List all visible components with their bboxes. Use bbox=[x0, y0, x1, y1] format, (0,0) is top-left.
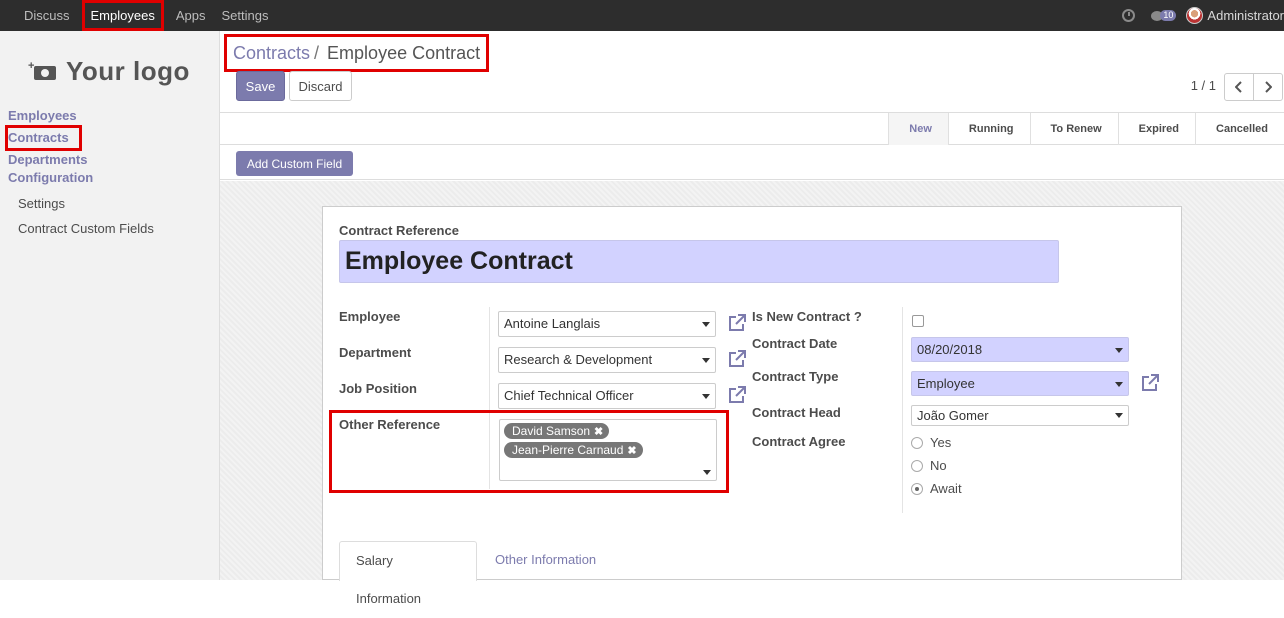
sidebar-item-configuration[interactable]: Configuration bbox=[8, 169, 154, 187]
sidebar-item-contracts[interactable]: Contracts bbox=[5, 125, 82, 151]
contract-head-select[interactable]: João Gomer bbox=[911, 405, 1129, 426]
employee-label: Employee bbox=[339, 309, 401, 324]
company-logo[interactable]: + Your logo bbox=[22, 49, 200, 93]
job-position-value: Chief Technical Officer bbox=[504, 388, 634, 403]
chevron-left-icon bbox=[1235, 81, 1242, 93]
sidebar-nav: Employees Contracts Departments Configur… bbox=[5, 107, 154, 241]
other-reference-highlight bbox=[329, 410, 729, 493]
tab-other-information[interactable]: Other Information bbox=[479, 541, 612, 581]
contract-type-select[interactable]: Employee bbox=[911, 371, 1129, 396]
user-menu[interactable]: Administrator bbox=[1207, 8, 1284, 23]
department-value: Research & Development bbox=[504, 352, 653, 367]
save-button[interactable]: Save bbox=[236, 71, 285, 101]
contract-date-input[interactable]: 08/20/2018 bbox=[911, 337, 1129, 362]
activity-clock-icon[interactable] bbox=[1122, 9, 1136, 22]
contract-agree-label: Contract Agree bbox=[752, 434, 846, 449]
discard-button[interactable]: Discard bbox=[289, 71, 352, 101]
message-count-badge: 10 bbox=[1160, 10, 1177, 21]
contract-date-label: Contract Date bbox=[752, 336, 838, 351]
agree-option-await-label: Await bbox=[930, 481, 962, 496]
stage-cancelled[interactable]: Cancelled bbox=[1195, 113, 1284, 145]
chevron-down-icon bbox=[702, 322, 710, 327]
user-avatar[interactable] bbox=[1186, 7, 1204, 24]
breadcrumb-separator: / bbox=[314, 42, 320, 63]
add-custom-field-button[interactable]: Add Custom Field bbox=[236, 151, 353, 176]
agree-option-yes-label: Yes bbox=[930, 435, 952, 450]
agree-radio-no[interactable] bbox=[911, 460, 923, 472]
contract-reference-input[interactable]: Employee Contract bbox=[339, 240, 1059, 283]
contract-type-label: Contract Type bbox=[752, 369, 839, 384]
external-link-icon[interactable] bbox=[727, 385, 747, 405]
sidebar-item-departments[interactable]: Departments bbox=[8, 151, 154, 169]
agree-radio-await[interactable] bbox=[911, 483, 923, 495]
department-select[interactable]: Research & Development bbox=[498, 347, 716, 373]
job-position-select[interactable]: Chief Technical Officer bbox=[498, 383, 716, 409]
logo-text: Your logo bbox=[66, 55, 190, 86]
menu-apps[interactable]: Apps bbox=[168, 0, 214, 31]
is-new-contract-label: Is New Contract ? bbox=[752, 309, 862, 324]
messaging-menu[interactable]: 10 bbox=[1151, 10, 1177, 21]
form-statusbar: New Running To Renew Expired Cancelled bbox=[220, 113, 1284, 145]
employee-select[interactable]: Antoine Langlais bbox=[498, 311, 716, 337]
chevron-down-icon bbox=[1115, 413, 1123, 418]
pager-next-button[interactable] bbox=[1253, 73, 1283, 101]
stage-to-renew[interactable]: To Renew bbox=[1029, 113, 1118, 145]
stage-new[interactable]: New bbox=[888, 113, 948, 145]
systray: 10 Administrator bbox=[1122, 0, 1284, 31]
sidebar-item-contract-custom-fields[interactable]: Contract Custom Fields bbox=[8, 216, 154, 241]
is-new-contract-checkbox[interactable] bbox=[912, 315, 924, 327]
menu-employees[interactable]: Employees bbox=[81, 0, 164, 31]
right-column-divider bbox=[902, 307, 903, 513]
form-sheet: Contract Reference Employee Contract Emp… bbox=[322, 206, 1182, 606]
job-position-label: Job Position bbox=[339, 381, 417, 396]
agree-option-no-label: No bbox=[930, 458, 947, 473]
stage-running[interactable]: Running bbox=[947, 113, 1030, 145]
breadcrumb: Contracts / Employee Contract bbox=[224, 34, 490, 72]
chevron-down-icon bbox=[702, 358, 710, 363]
contract-date-value: 08/20/2018 bbox=[917, 342, 983, 357]
camera-icon: + bbox=[28, 60, 56, 80]
chevron-down-icon bbox=[702, 394, 710, 399]
contract-type-value: Employee bbox=[917, 376, 975, 391]
control-panel: Contracts / Employee Contract Save Disca… bbox=[220, 31, 1284, 113]
sidebar-item-settings[interactable]: Settings bbox=[8, 191, 154, 216]
breadcrumb-contracts[interactable]: Contracts bbox=[233, 43, 310, 64]
chevron-down-icon bbox=[1115, 382, 1123, 387]
chevron-right-icon bbox=[1265, 81, 1272, 93]
tab-salary-information[interactable]: Salary Information bbox=[339, 541, 477, 606]
agree-radio-yes[interactable] bbox=[911, 437, 923, 449]
app-menu: Discuss Employees Apps Settings bbox=[0, 0, 276, 31]
external-link-icon[interactable] bbox=[1140, 373, 1160, 393]
sidebar-item-employees[interactable]: Employees bbox=[8, 107, 154, 125]
contract-head-label: Contract Head bbox=[752, 405, 841, 420]
custom-field-bar: Add Custom Field bbox=[220, 146, 1284, 180]
external-link-icon[interactable] bbox=[727, 349, 747, 369]
contract-head-value: João Gomer bbox=[917, 408, 989, 423]
breadcrumb-current: Employee Contract bbox=[327, 42, 481, 63]
pager-value[interactable]: 1 / 1 bbox=[1191, 78, 1216, 93]
stage-expired[interactable]: Expired bbox=[1117, 113, 1195, 145]
stage-selector: New Running To Renew Expired Cancelled bbox=[888, 113, 1284, 145]
menu-settings[interactable]: Settings bbox=[213, 0, 276, 31]
menu-discuss[interactable]: Discuss bbox=[16, 0, 78, 31]
sidebar: + Your logo Employees Contracts Departme… bbox=[0, 31, 220, 580]
employee-value: Antoine Langlais bbox=[504, 316, 601, 331]
top-navbar: Discuss Employees Apps Settings 10 Admin… bbox=[0, 0, 1284, 31]
pager-previous-button[interactable] bbox=[1224, 73, 1254, 101]
external-link-icon[interactable] bbox=[727, 313, 747, 333]
chevron-down-icon bbox=[1115, 348, 1123, 353]
department-label: Department bbox=[339, 345, 412, 360]
contract-reference-label: Contract Reference bbox=[339, 223, 459, 238]
